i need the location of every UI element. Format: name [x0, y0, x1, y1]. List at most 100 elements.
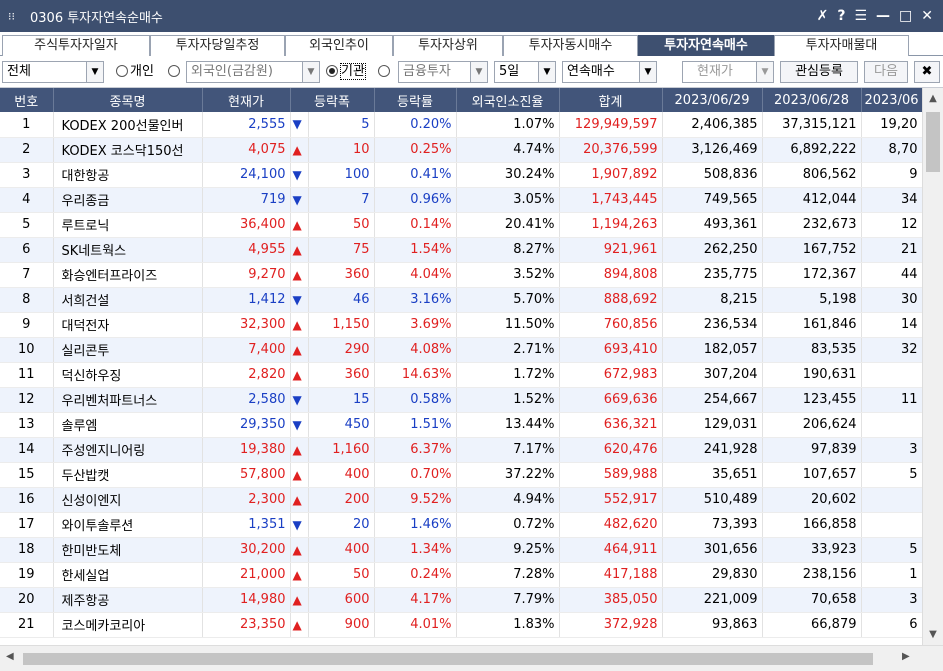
stock-name: 대한항공 — [53, 162, 203, 188]
change-amount: 15 — [308, 387, 375, 413]
next-button[interactable]: 다음 — [864, 61, 908, 83]
scroll-left-icon[interactable]: ◀ — [6, 651, 14, 662]
col-header-name[interactable]: 종목명 — [53, 88, 203, 112]
menu-icon[interactable]: ☰ — [854, 8, 867, 24]
scroll-up-icon[interactable]: ▲ — [923, 88, 943, 109]
current-price: 14,980 — [202, 587, 291, 613]
vertical-scrollbar[interactable]: ▲ ▼ — [922, 88, 943, 645]
col-header-change[interactable]: 등락폭 — [290, 88, 375, 112]
price-select-value: 현재가 — [697, 64, 733, 79]
date3-value: 8,70 — [861, 137, 923, 163]
current-price: 30,200 — [202, 537, 291, 563]
table-row[interactable]: 10 실리콘투 7,400 ▲ 290 4.08% 2.71% 693,410 182,057 8… — [0, 337, 923, 363]
table-row[interactable]: 16 신성이엔지 2,300 ▲ 200 9.52% 4.94% 552,917 510,489… — [0, 487, 923, 513]
col-header-price[interactable]: 현재가 — [202, 88, 291, 112]
table-row[interactable]: 5 루트로닉 36,400 ▲ 50 0.14% 20.41% 1,194,263 493,36… — [0, 212, 923, 238]
tab-investor-top[interactable]: 투자자상위 — [393, 35, 503, 56]
date2-value: 412,044 — [762, 187, 862, 213]
finance-select[interactable]: 금융투자 ▼ — [398, 61, 488, 83]
stock-name: 한미반도체 — [53, 537, 203, 563]
period-select-value: 5일 — [499, 64, 520, 79]
radio-individual-label: 개인 — [130, 64, 154, 79]
change-amount: 5 — [308, 112, 375, 138]
pin-icon[interactable]: ✗ — [817, 8, 829, 24]
table-row[interactable]: 9 대덕전자 32,300 ▲ 1,150 3.69% 11.50% 760,856 236,5… — [0, 312, 923, 338]
table-row[interactable]: 8 서희건설 1,412 ▼ 46 3.16% 5.70% 888,692 8,215 5,198… — [0, 287, 923, 313]
table-row[interactable]: 19 한세실업 21,000 ▲ 50 0.24% 7.28% 417,188 29,830 23… — [0, 562, 923, 588]
help-icon[interactable]: ? — [837, 8, 845, 24]
scrollbar-thumb[interactable] — [23, 653, 873, 665]
current-price: 9,270 — [202, 262, 291, 288]
tab-foreign-trend[interactable]: 외국인추이 — [285, 35, 393, 56]
tab-investor-estimate[interactable]: 투자자당일추정 — [150, 35, 285, 56]
col-header-no[interactable]: 번호 — [0, 88, 54, 112]
foreign-select[interactable]: 외국인(금감원) ▼ — [186, 61, 320, 83]
row-number: 13 — [0, 412, 54, 438]
table-row[interactable]: 11 덕신하우징 2,820 ▲ 360 14.63% 1.72% 672,983 307,20… — [0, 362, 923, 388]
title-bar: ⁝⁝ 0306 투자자연속순매수 ✗ ? ☰ — □ ✕ — [0, 0, 943, 32]
change-rate: 0.25% — [374, 137, 457, 163]
date3-value: 19,20 — [861, 112, 923, 138]
table-row[interactable]: 21 코스메카코리아 23,350 ▲ 900 4.01% 1.83% 372,928 93,8… — [0, 612, 923, 638]
scrollbar-thumb[interactable] — [926, 112, 940, 172]
tab-investor-daily[interactable]: 주식투자자일자 — [2, 35, 150, 56]
chevron-down-icon: ▼ — [302, 62, 319, 82]
row-number: 12 — [0, 387, 54, 413]
date1-value: 235,775 — [662, 262, 763, 288]
change-amount: 200 — [308, 487, 375, 513]
col-header-date3[interactable]: 2023/06 — [861, 88, 923, 112]
radio-individual[interactable]: 개인 — [116, 62, 154, 82]
table-row[interactable]: 3 대한항공 24,100 ▼ 100 0.41% 30.24% 1,907,892 508,8… — [0, 162, 923, 188]
table-row[interactable]: 2 KODEX 코스닥150선 4,075 ▲ 10 0.25% 4.74% 20,376,5… — [0, 137, 923, 163]
mode-select[interactable]: 연속매수 ▼ — [562, 61, 657, 83]
col-header-foreign[interactable]: 외국인소진율 — [456, 88, 560, 112]
table-row[interactable]: 1 KODEX 200선물인버 2,555 ▼ 5 0.20% 1.07% 129,949,5… — [0, 112, 923, 138]
change-rate: 0.20% — [374, 112, 457, 138]
close-panel-icon[interactable]: ✖ — [914, 61, 940, 83]
table-row[interactable]: 18 한미반도체 30,200 ▲ 400 1.34% 9.25% 464,911 301,65… — [0, 537, 923, 563]
table-row[interactable]: 4 우리종금 719 ▼ 7 0.96% 3.05% 1,743,445 749,565 412,… — [0, 187, 923, 213]
col-header-rate[interactable]: 등락률 — [374, 88, 457, 112]
col-header-date2[interactable]: 2023/06/28 — [762, 88, 862, 112]
date2-value: 190,631 — [762, 362, 862, 388]
tab-investor-volume[interactable]: 투자자매물대 — [774, 35, 909, 56]
radio-circle-icon — [378, 65, 390, 77]
period-select[interactable]: 5일 ▼ — [494, 61, 556, 83]
change-amount: 10 — [308, 137, 375, 163]
scroll-right-icon[interactable]: ▶ — [902, 651, 910, 662]
table-row[interactable]: 13 솔루엠 29,350 ▼ 450 1.51% 13.44% 636,321 129,031… — [0, 412, 923, 438]
row-number: 21 — [0, 612, 54, 638]
radio-finance[interactable] — [378, 62, 392, 82]
maximize-icon[interactable]: □ — [899, 8, 912, 24]
table-row[interactable]: 7 화승엔터프라이즈 9,270 ▲ 360 4.04% 3.52% 894,808 235,7… — [0, 262, 923, 288]
stock-name: KODEX 200선물인버 — [53, 112, 203, 138]
table-row[interactable]: 12 우리벤처파트너스 2,580 ▼ 15 0.58% 1.52% 669,636 254,6… — [0, 387, 923, 413]
radio-institution[interactable]: 기관 — [326, 62, 366, 82]
horizontal-scrollbar[interactable]: ◀ ▶ — [0, 645, 943, 671]
table-row[interactable]: 17 와이투솔루션 1,351 ▼ 20 1.46% 0.72% 482,620 73,393 1… — [0, 512, 923, 538]
table-row[interactable]: 20 제주항공 14,980 ▲ 600 4.17% 7.79% 385,050 221,009… — [0, 587, 923, 613]
total-value: 482,620 — [559, 512, 663, 538]
col-header-total[interactable]: 합계 — [559, 88, 663, 112]
watchlist-add-button[interactable]: 관심등록 — [780, 61, 858, 83]
table-row[interactable]: 6 SK네트웍스 4,955 ▲ 75 1.54% 8.27% 921,961 262,250 1… — [0, 237, 923, 263]
foreign-ratio: 0.72% — [456, 512, 560, 538]
date2-value: 20,602 — [762, 487, 862, 513]
change-rate: 0.41% — [374, 162, 457, 188]
close-icon[interactable]: ✕ — [921, 8, 933, 24]
date2-value: 166,858 — [762, 512, 862, 538]
table-row[interactable]: 14 주성엔지니어링 19,380 ▲ 1,160 6.37% 7.17% 620,476 24… — [0, 437, 923, 463]
date3-value — [861, 412, 923, 438]
scroll-down-icon[interactable]: ▼ — [923, 624, 943, 645]
price-select[interactable]: 현재가 ▼ — [682, 61, 774, 83]
tab-investor-simultaneous[interactable]: 투자자동시매수 — [503, 35, 638, 56]
date1-value: 749,565 — [662, 187, 763, 213]
row-number: 20 — [0, 587, 54, 613]
tab-investor-consecutive[interactable]: 투자자연속매수 — [638, 35, 774, 56]
col-header-date1[interactable]: 2023/06/29 — [662, 88, 763, 112]
grid-menu-icon[interactable]: ⁝⁝ — [8, 10, 26, 23]
radio-foreign[interactable] — [168, 62, 182, 82]
market-select[interactable]: 전체 ▼ — [2, 61, 104, 83]
minimize-icon[interactable]: — — [876, 8, 890, 24]
table-row[interactable]: 15 두산밥캣 57,800 ▲ 400 0.70% 37.22% 589,988 35,651… — [0, 462, 923, 488]
